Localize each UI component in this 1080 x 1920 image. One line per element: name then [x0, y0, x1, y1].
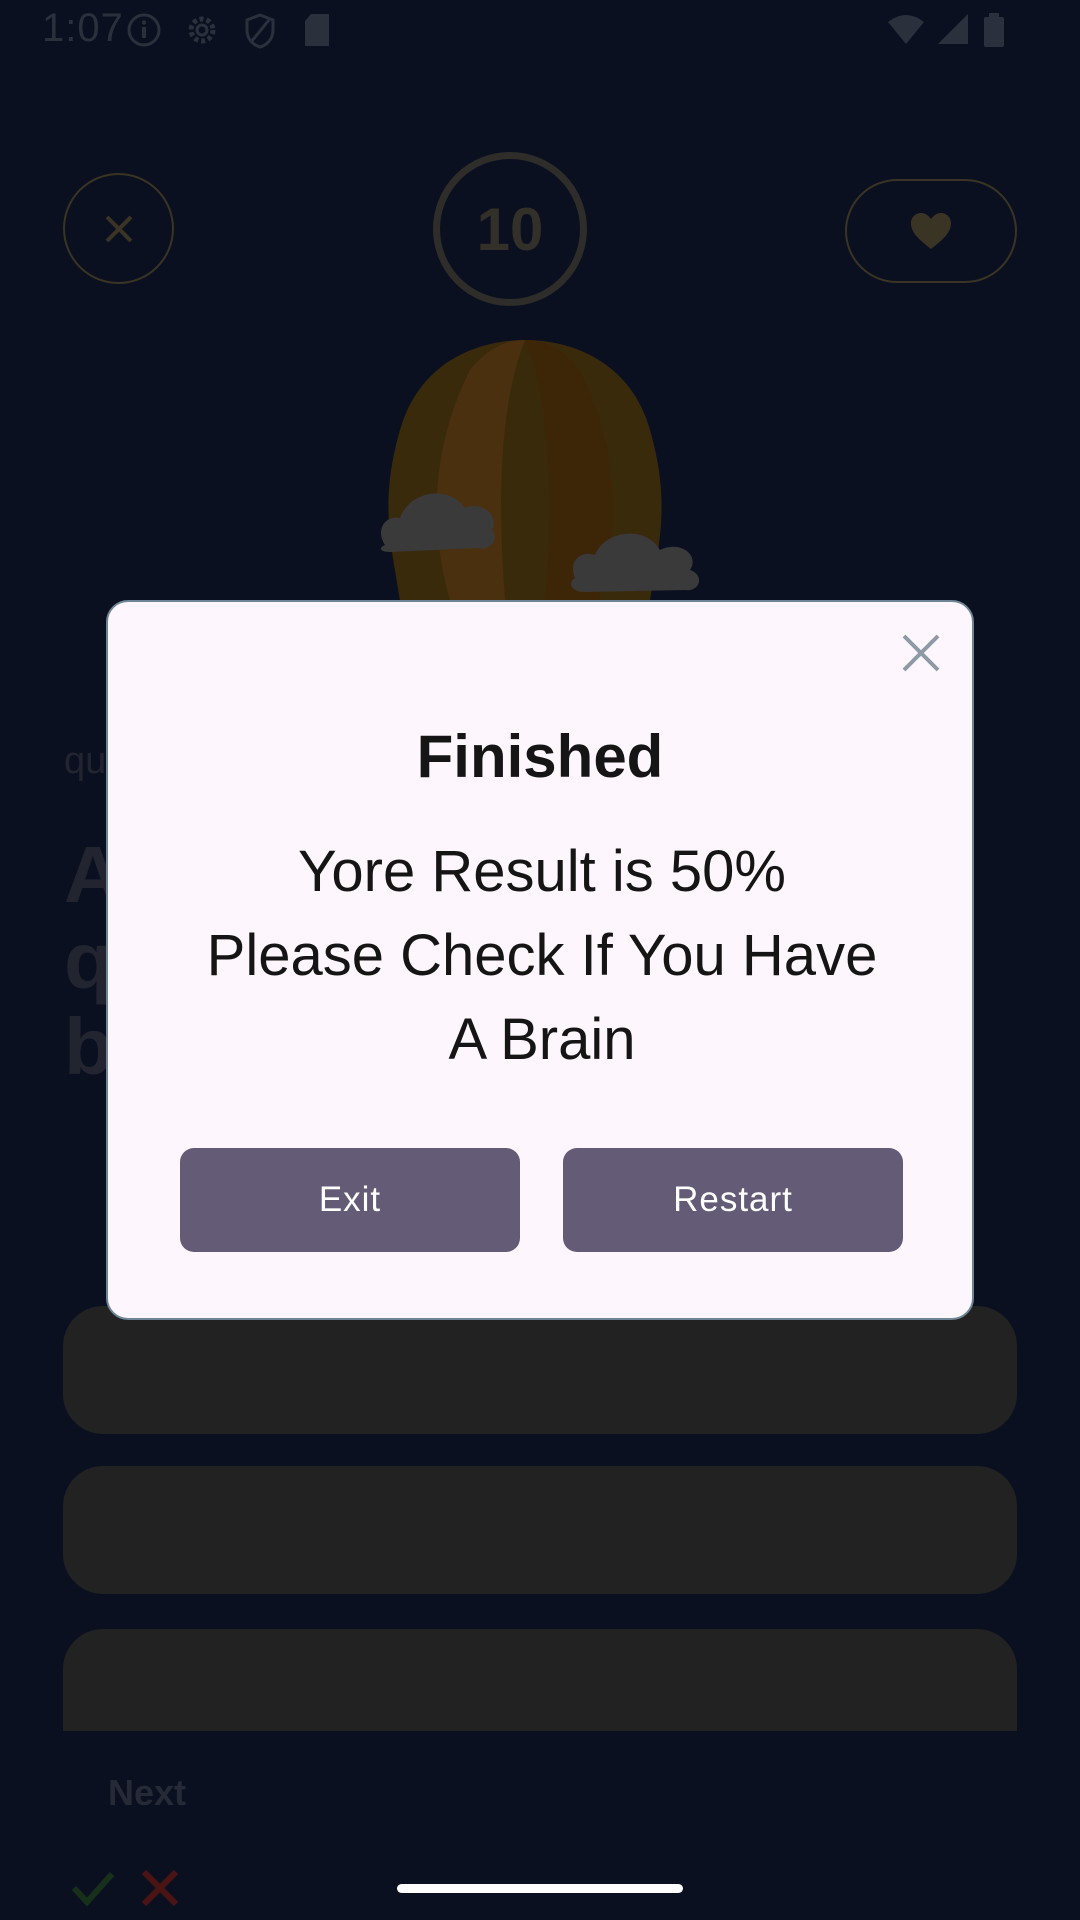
close-icon — [105, 215, 133, 243]
signal-icon — [938, 14, 968, 44]
quiz-close-button[interactable] — [63, 173, 174, 284]
favorite-button[interactable] — [845, 179, 1017, 283]
status-bar: 1:07 — [0, 0, 1080, 62]
exit-button[interactable]: Exit — [180, 1148, 520, 1252]
restart-button[interactable]: Restart — [563, 1148, 903, 1252]
cross-icon — [142, 1869, 179, 1907]
dialog-title: Finished — [416, 723, 664, 790]
question-label: qu — [64, 740, 107, 782]
message-line: A Brain — [448, 1007, 636, 1072]
message-line: Yore Result is 50% — [298, 839, 786, 904]
answer-marks — [70, 1868, 180, 1908]
sd-card-icon — [305, 14, 329, 46]
next-button[interactable]: Next — [108, 1772, 186, 1814]
balloon-illustration — [380, 340, 700, 600]
answer-option-2[interactable] — [63, 1466, 1017, 1594]
shield-icon — [245, 13, 275, 49]
home-indicator[interactable] — [397, 1884, 683, 1893]
battery-icon — [984, 13, 1004, 47]
heart-icon — [911, 213, 951, 249]
info-icon — [127, 13, 161, 47]
answer-option-3[interactable] — [63, 1629, 1017, 1731]
settings-icon — [188, 16, 216, 44]
status-time: 1:07 — [42, 6, 124, 50]
result-dialog: Finished Yore Result is 50% Please Check… — [106, 600, 974, 1320]
dialog-message: Yore Result is 50% Please Check If You H… — [148, 830, 936, 1082]
timer-value: 10 — [476, 195, 544, 263]
check-icon — [71, 1872, 115, 1907]
wifi-icon — [888, 15, 924, 44]
timer: 10 — [433, 152, 587, 306]
answer-option-1[interactable] — [63, 1306, 1017, 1434]
close-icon[interactable] — [896, 628, 946, 678]
message-line: Please Check If You Have — [206, 923, 878, 988]
